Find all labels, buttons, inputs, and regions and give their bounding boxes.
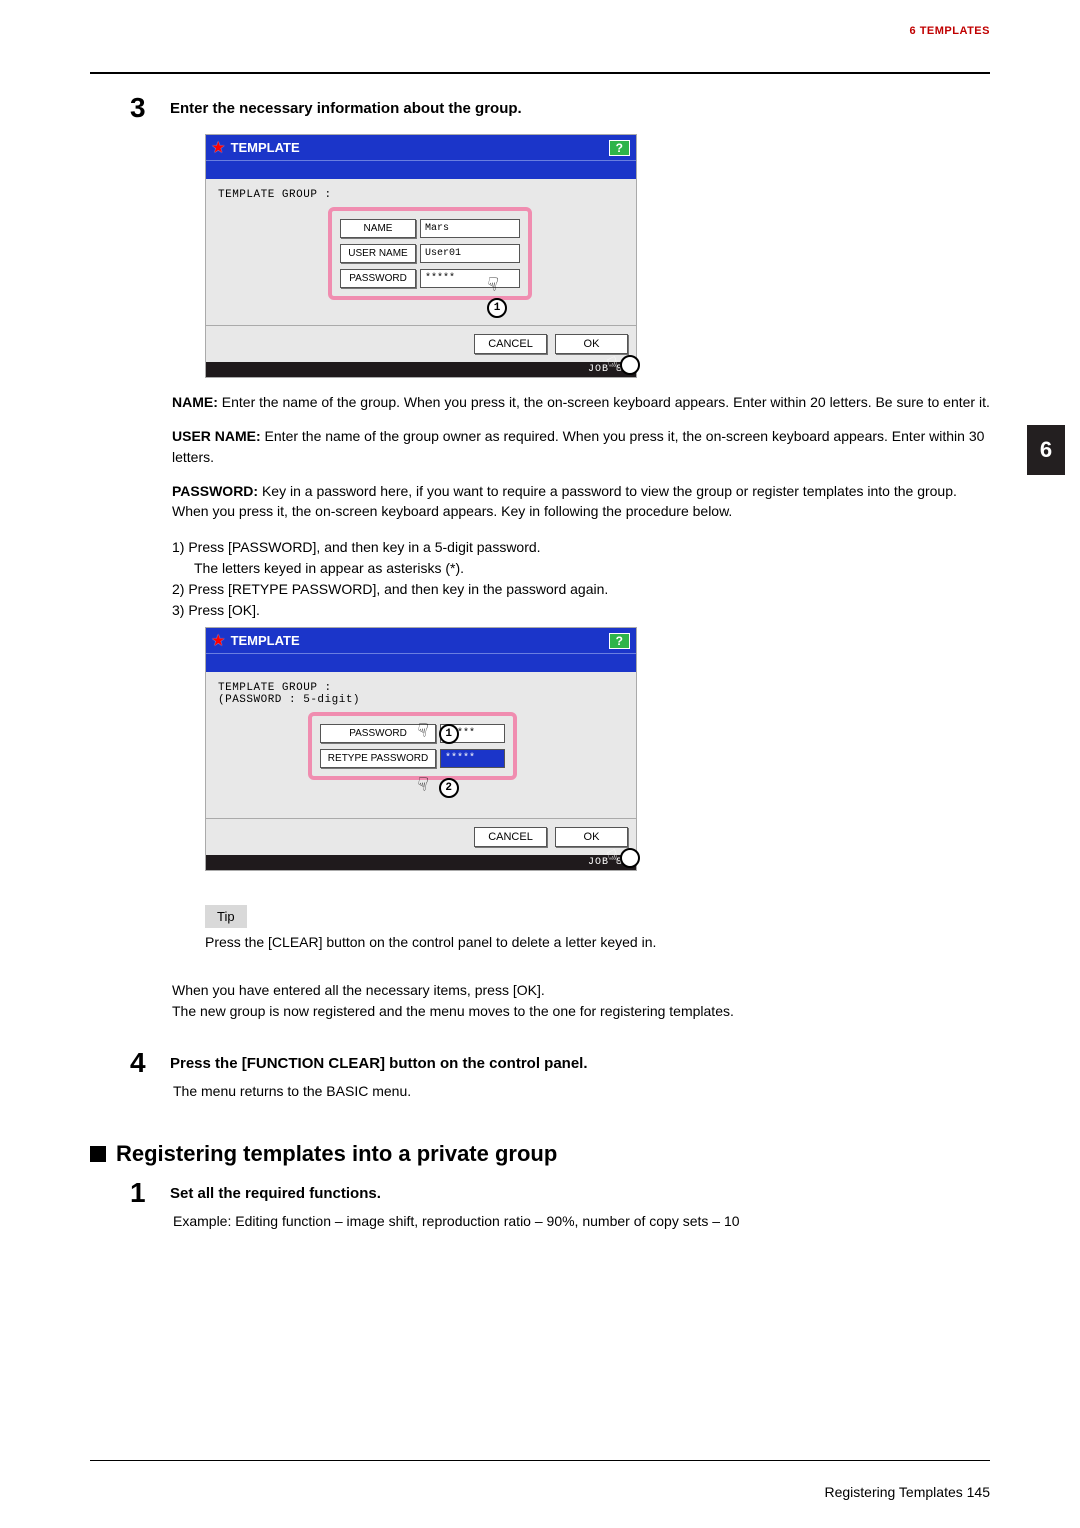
- closing-text: When you have entered all the necessary …: [172, 980, 990, 1021]
- ok-button[interactable]: OK: [555, 827, 628, 847]
- ok-button[interactable]: OK: [555, 334, 628, 354]
- pointer-icon: ☟: [485, 273, 499, 297]
- callout-2: 2: [439, 778, 459, 798]
- username-description: USER NAME: Enter the name of the group o…: [172, 426, 990, 467]
- section-heading: Registering templates into a private gro…: [90, 1141, 990, 1167]
- top-rule: [90, 72, 990, 74]
- star-icon: ★: [212, 632, 225, 649]
- sc2-field-highlight: PASSWORD ***** RETYPE PASSWORD ***** ☟ 1…: [308, 712, 517, 780]
- retype-password-value[interactable]: *****: [440, 749, 505, 768]
- template-screenshot-2: ★ TEMPLATE ? TEMPLATE GROUP : (PASSWORD …: [205, 627, 637, 871]
- callout-1: 1: [439, 724, 459, 744]
- help-icon[interactable]: ?: [609, 140, 630, 156]
- name-button[interactable]: NAME: [340, 219, 416, 238]
- bottom-rule: [90, 1460, 990, 1461]
- pointer-icon: ☟: [415, 720, 429, 744]
- sc1-title: TEMPLATE: [231, 140, 300, 155]
- cancel-button[interactable]: CANCEL: [474, 334, 547, 354]
- step-4-body: The menu returns to the BASIC menu.: [173, 1081, 990, 1101]
- page-footer: Registering Templates 145: [90, 1484, 990, 1500]
- username-button[interactable]: USER NAME: [340, 244, 416, 263]
- name-description: NAME: Enter the name of the group. When …: [172, 392, 990, 412]
- pointer-icon: ☟: [605, 846, 624, 871]
- chapter-tab: 6: [1027, 425, 1065, 475]
- step-title-4: Press the [FUNCTION CLEAR] button on the…: [170, 1049, 588, 1072]
- step-number-1b: 1: [130, 1179, 155, 1207]
- password-button[interactable]: PASSWORD: [340, 269, 416, 288]
- tip-label: Tip: [205, 905, 247, 928]
- username-value[interactable]: User01: [420, 244, 520, 263]
- sc2-title: TEMPLATE: [231, 633, 300, 648]
- step-title-1b: Set all the required functions.: [170, 1179, 381, 1202]
- step-title-3: Enter the necessary information about th…: [170, 94, 522, 117]
- sc2-line2: (PASSWORD : 5-digit): [218, 694, 624, 706]
- tip-text: Press the [CLEAR] button on the control …: [205, 934, 990, 950]
- callout-1: 1: [487, 298, 507, 318]
- page-header: 6 TEMPLATES: [90, 0, 990, 47]
- pointer-icon: ☟: [415, 774, 429, 798]
- retype-password-button[interactable]: RETYPE PASSWORD: [320, 749, 436, 768]
- step-1b-body: Example: Editing function – image shift,…: [173, 1211, 990, 1231]
- password-steps: 1) Press [PASSWORD], and then key in a 5…: [172, 537, 990, 621]
- password-description: PASSWORD: Key in a password here, if you…: [172, 481, 990, 522]
- sc2-line1: TEMPLATE GROUP :: [218, 682, 624, 694]
- help-icon[interactable]: ?: [609, 633, 630, 649]
- cancel-button[interactable]: CANCEL: [474, 827, 547, 847]
- name-value[interactable]: Mars: [420, 219, 520, 238]
- star-icon: ★: [212, 139, 225, 156]
- sc1-group-label: TEMPLATE GROUP :: [218, 189, 624, 201]
- sc1-field-highlight: NAME Mars USER NAME User01 PASSWORD ****…: [328, 207, 532, 300]
- step-number-4: 4: [130, 1049, 155, 1077]
- step-number-3: 3: [130, 94, 155, 122]
- template-screenshot-1: ★ TEMPLATE ? TEMPLATE GROUP : NAME Mars …: [205, 134, 637, 378]
